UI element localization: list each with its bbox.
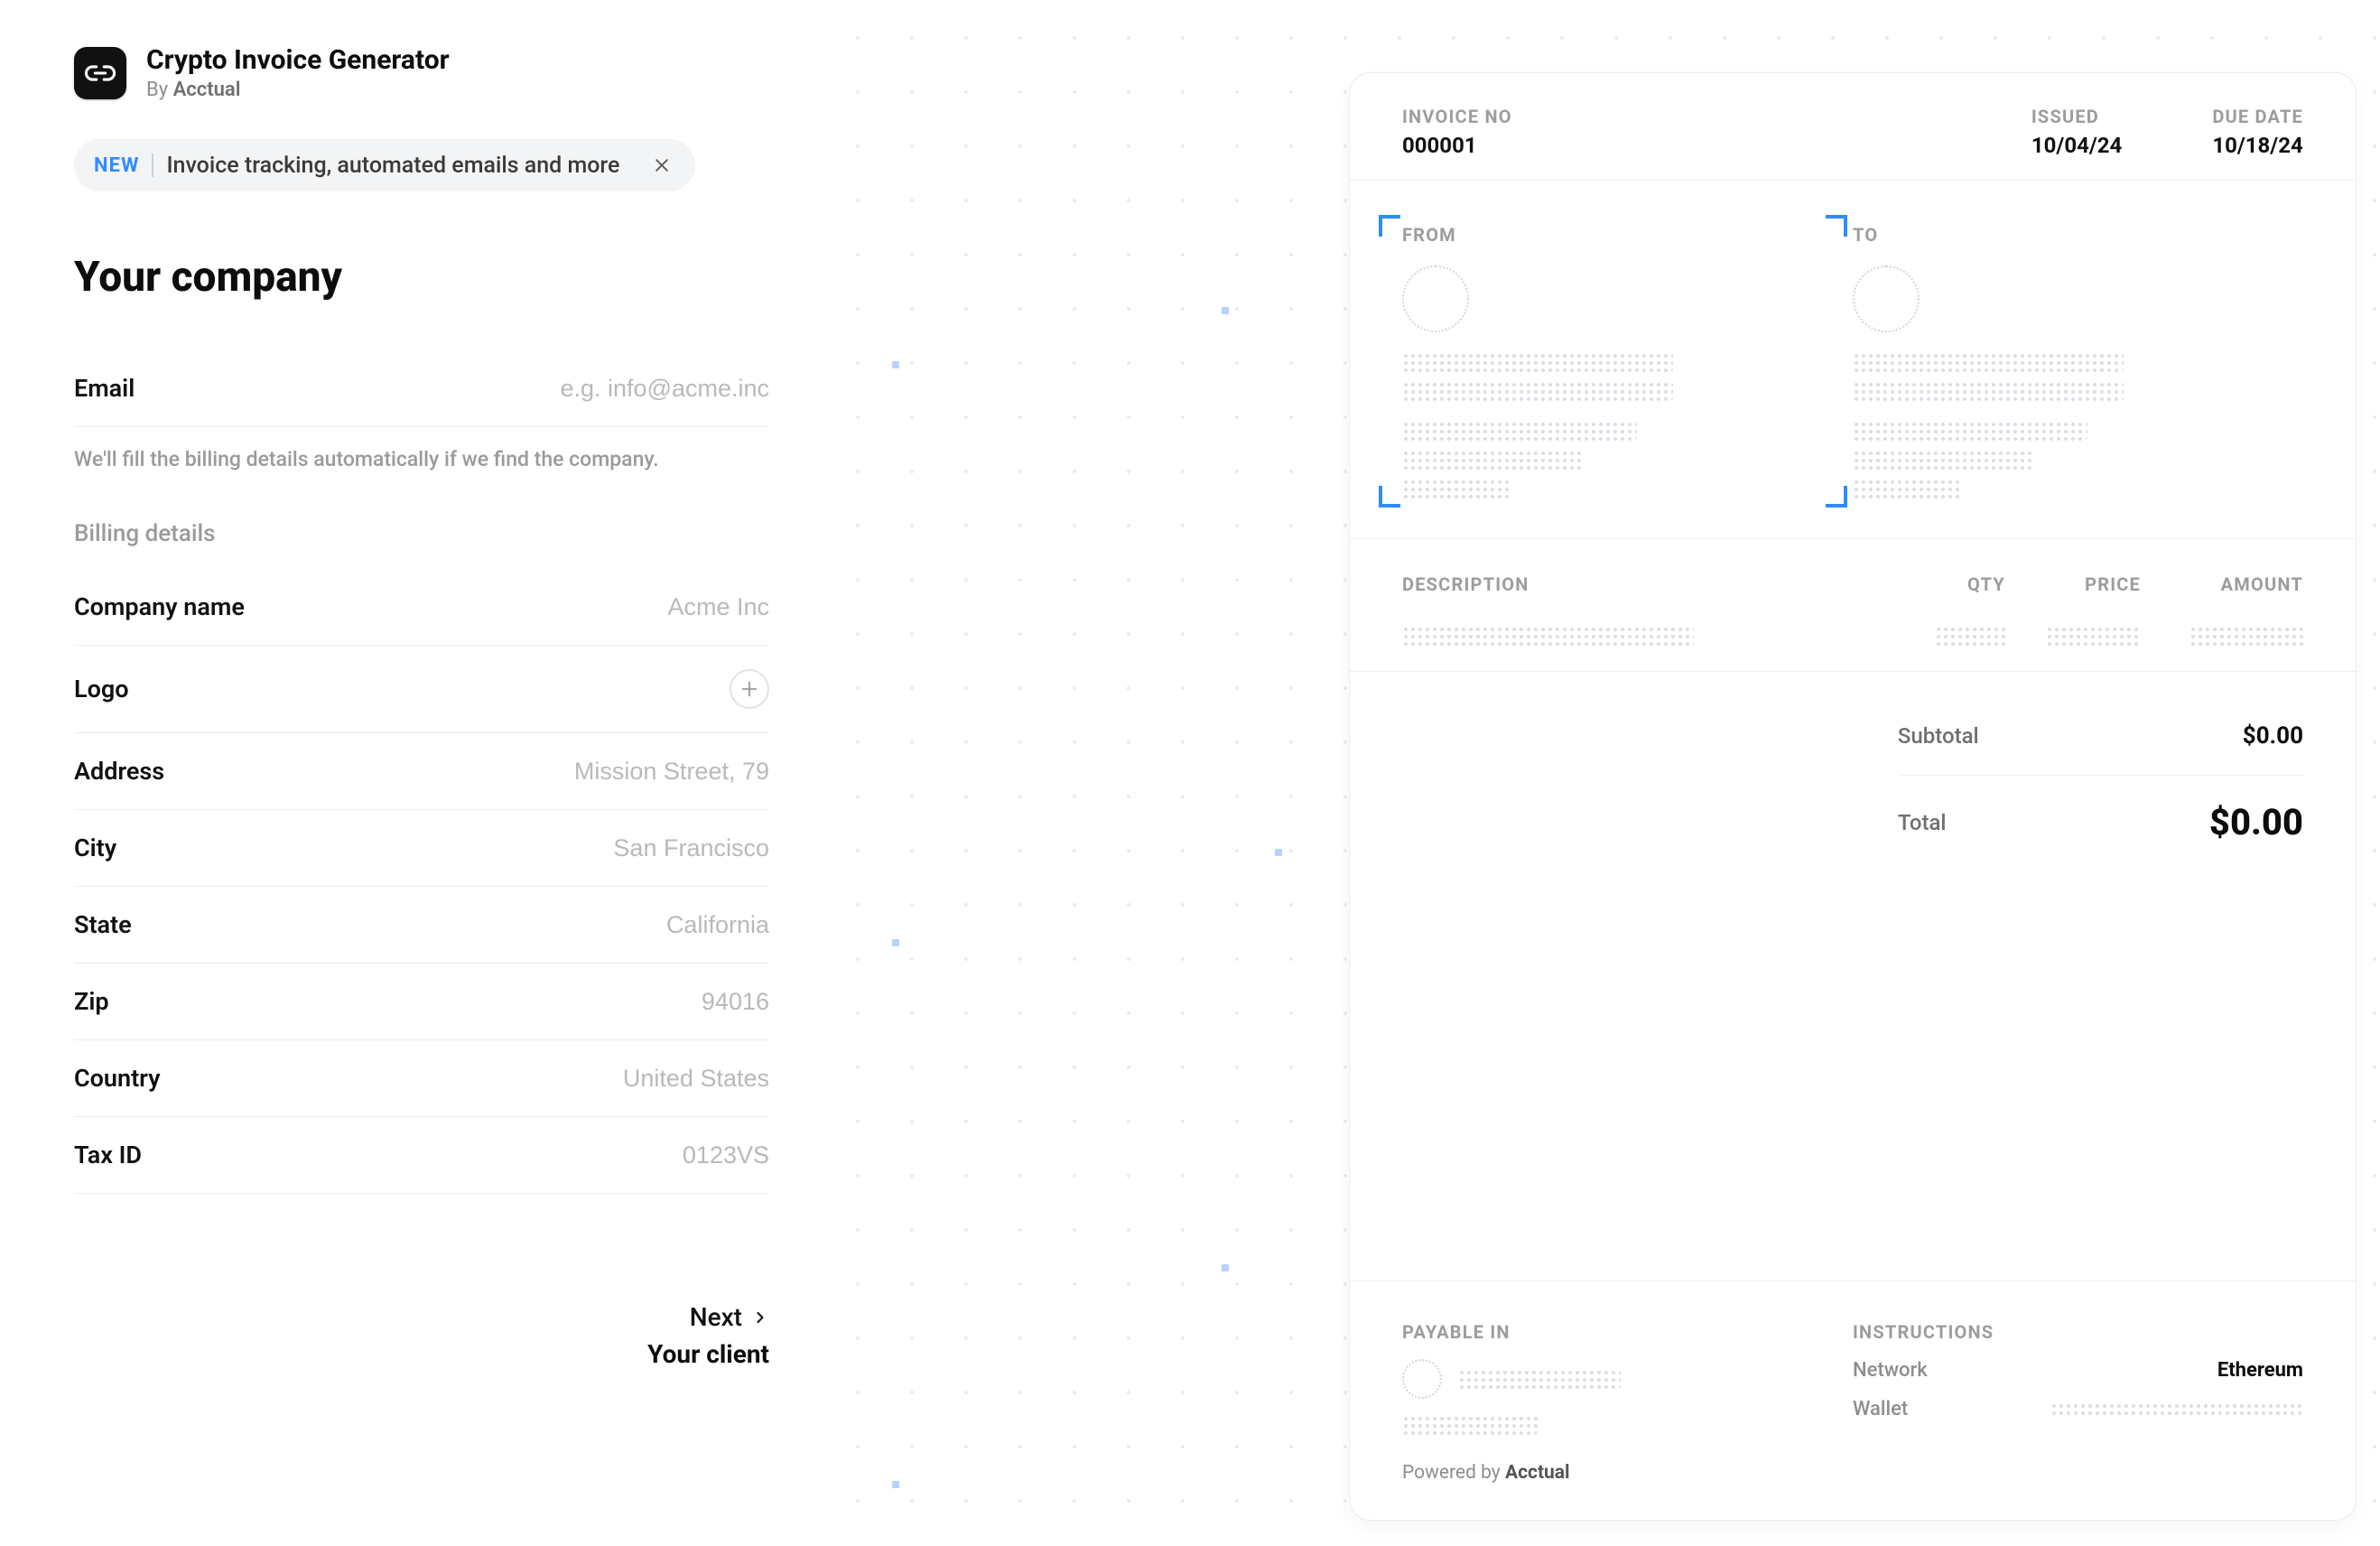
focus-bracket-icon [1379, 215, 1400, 237]
next-subtitle: Your client [74, 1339, 769, 1369]
zip-label: Zip [74, 987, 109, 1016]
state-field[interactable] [352, 911, 769, 939]
due-date-label: DUE DATE [2212, 106, 2303, 127]
focus-bracket-icon [1826, 215, 1847, 237]
taxid-label: Tax ID [74, 1141, 142, 1169]
section-heading: Your company [74, 253, 769, 302]
focus-bracket-icon [1826, 486, 1847, 508]
network-value: Ethereum [2217, 1359, 2303, 1382]
logo-label: Logo [74, 675, 129, 703]
email-field[interactable] [352, 375, 769, 403]
placeholder-line [1853, 421, 2087, 441]
subtotal-label: Subtotal [1898, 723, 1979, 749]
issued-value: 10/04/24 [2031, 133, 2122, 158]
placeholder-line [2189, 626, 2303, 646]
placeholder-line [1402, 450, 1583, 470]
placeholder-line [1853, 479, 1961, 498]
address-label: Address [74, 757, 164, 786]
powered-by: Powered by Acctual [1350, 1462, 2356, 1520]
invoice-preview-card: INVOICE NO 000001 ISSUED 10/04/24 DUE DA… [1349, 72, 2357, 1521]
app-title: Crypto Invoice Generator [146, 45, 450, 75]
from-label: FROM [1402, 224, 1853, 246]
placeholder-line [2046, 626, 2141, 646]
close-icon[interactable] [648, 152, 675, 179]
company-name-field[interactable] [352, 593, 769, 621]
col-qty: QTY [1888, 573, 2005, 595]
placeholder-line [1402, 352, 1673, 372]
wallet-label: Wallet [1853, 1398, 1908, 1420]
promo-new-badge: NEW [94, 154, 139, 177]
placeholder-line [1935, 626, 2005, 646]
issued-label: ISSUED [2031, 106, 2122, 127]
instructions-label: INSTRUCTIONS [1853, 1321, 2303, 1343]
invoice-no-value: 000001 [1402, 133, 1941, 158]
placeholder-line [1402, 479, 1511, 498]
placeholder-line [1402, 421, 1637, 441]
invoice-no-label: INVOICE NO [1402, 106, 1941, 127]
placeholder-line [1402, 1415, 1538, 1435]
payable-in-label: PAYABLE IN [1402, 1321, 1853, 1343]
city-field[interactable] [352, 834, 769, 862]
next-button[interactable]: Next [690, 1302, 769, 1332]
total-label: Total [1898, 810, 1947, 835]
placeholder-line [1458, 1369, 1621, 1389]
due-date-value: 10/18/24 [2212, 133, 2303, 158]
address-field[interactable] [352, 758, 769, 786]
email-label: Email [74, 374, 135, 403]
chevron-right-icon [751, 1309, 769, 1327]
to-logo-placeholder [1853, 265, 1920, 332]
promo-banner[interactable]: NEW Invoice tracking, automated emails a… [74, 139, 695, 191]
subtotal-value: $0.00 [2243, 722, 2303, 750]
placeholder-line [1853, 381, 2124, 401]
placeholder-line [2050, 1402, 2303, 1417]
network-label: Network [1853, 1359, 1928, 1382]
country-label: Country [74, 1064, 161, 1093]
placeholder-line [1853, 450, 2033, 470]
total-value: $0.00 [2209, 801, 2303, 843]
app-logo-icon [74, 47, 126, 99]
next-label: Next [690, 1302, 742, 1332]
country-field[interactable] [352, 1065, 769, 1093]
app-header: Crypto Invoice Generator By Acctual [74, 45, 769, 101]
city-label: City [74, 834, 116, 862]
add-logo-button[interactable] [730, 669, 769, 709]
placeholder-line [1402, 626, 1694, 646]
col-price: PRICE [2005, 573, 2141, 595]
to-label: TO [1853, 224, 2303, 246]
promo-text: Invoice tracking, automated emails and m… [166, 153, 619, 179]
col-amount: AMOUNT [2141, 573, 2303, 595]
placeholder-line [1402, 381, 1673, 401]
billing-heading: Billing details [74, 520, 769, 569]
divider [152, 154, 153, 177]
from-logo-placeholder [1402, 265, 1469, 332]
state-label: State [74, 910, 132, 939]
focus-bracket-icon [1379, 486, 1400, 508]
company-name-label: Company name [74, 592, 245, 621]
taxid-field[interactable] [352, 1141, 769, 1169]
placeholder-line [1853, 352, 2124, 372]
zip-field[interactable] [352, 988, 769, 1016]
token-icon-placeholder [1402, 1359, 1442, 1399]
email-helper-text: We'll fill the billing details automatic… [74, 427, 769, 520]
app-byline: By Acctual [146, 79, 450, 101]
col-description: DESCRIPTION [1402, 573, 1888, 595]
